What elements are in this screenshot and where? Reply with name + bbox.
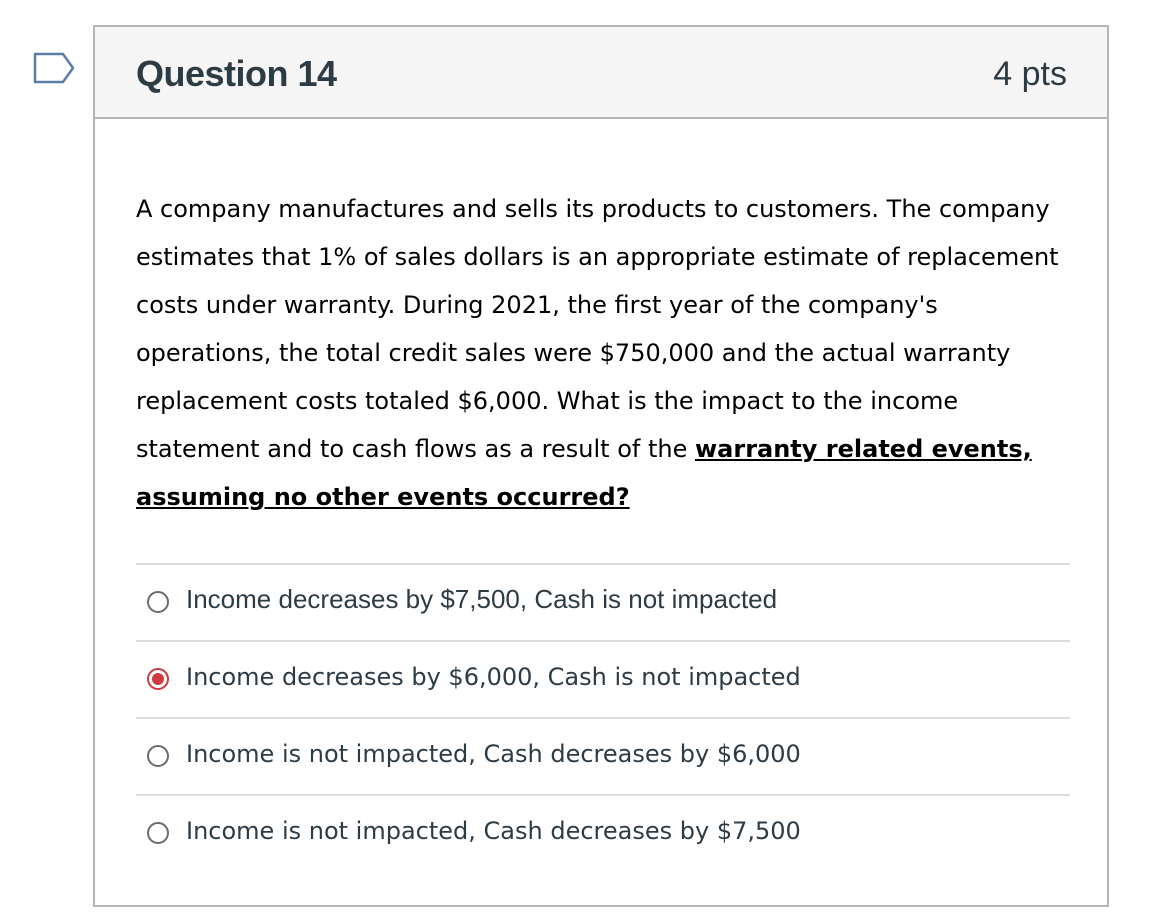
flag-question-icon[interactable] (33, 52, 77, 88)
radio-button[interactable] (147, 822, 169, 844)
answer-label: Income decreases by $7,500, Cash is not … (186, 584, 778, 614)
answer-option-1[interactable]: Income decreases by $7,500, Cash is not … (136, 563, 1070, 640)
question-header: Question 14 4 pts (95, 27, 1107, 119)
answer-label: Income is not impacted, Cash decreases b… (186, 740, 801, 768)
radio-button[interactable] (147, 745, 169, 767)
answer-option-4[interactable]: Income is not impacted, Cash decreases b… (136, 794, 1070, 871)
answer-option-3[interactable]: Income is not impacted, Cash decreases b… (136, 717, 1070, 794)
question-text: A company manufactures and sells its pro… (136, 185, 1076, 521)
answer-label: Income is not impacted, Cash decreases b… (186, 817, 801, 845)
question-text-main: A company manufactures and sells its pro… (136, 195, 1059, 463)
answer-option-2[interactable]: Income decreases by $6,000, Cash is not … (136, 640, 1070, 717)
question-card: Question 14 4 pts A company manufactures… (93, 25, 1109, 907)
question-title: Question 14 (136, 53, 337, 94)
radio-button[interactable] (147, 591, 169, 613)
radio-button-selected[interactable] (147, 668, 169, 690)
question-points: 4 pts (993, 55, 1067, 93)
answer-label: Income decreases by $6,000, Cash is not … (186, 663, 801, 691)
answer-list: Income decreases by $7,500, Cash is not … (136, 563, 1070, 871)
